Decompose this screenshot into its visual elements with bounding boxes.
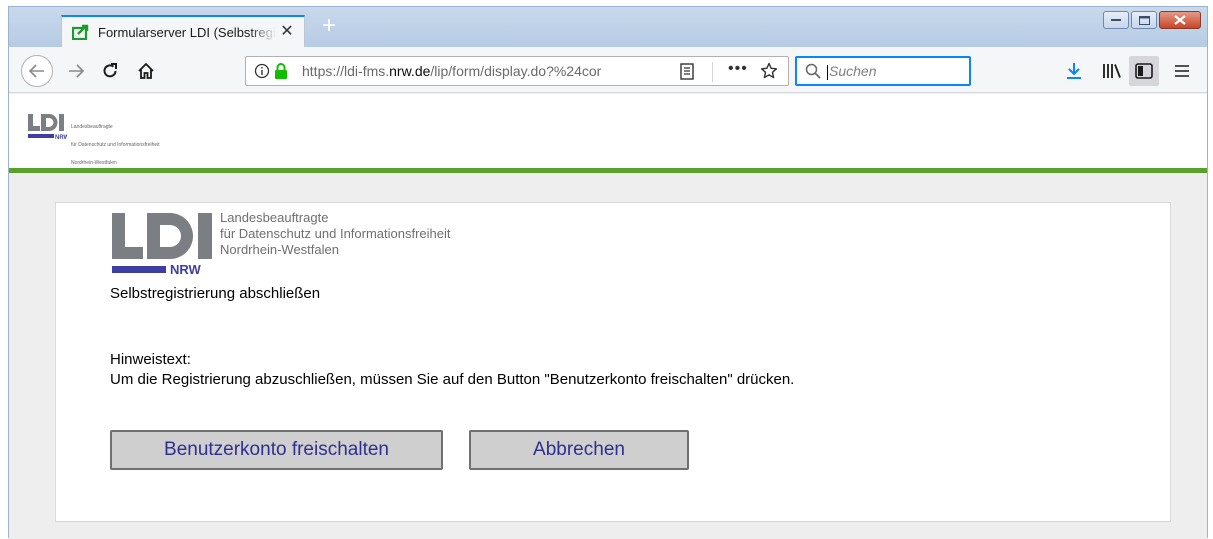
close-tab-icon[interactable]: ✕ [278, 23, 296, 41]
sidebar-icon [1135, 63, 1153, 79]
reader-view-icon[interactable] [680, 63, 694, 85]
ldi-logo: NRW [112, 213, 212, 277]
logo-line-1: Landesbeauftragte [220, 210, 329, 225]
hint-text: Um die Registrierung abzuschließen, müss… [110, 371, 795, 388]
menu-button[interactable] [1167, 56, 1197, 86]
header-green-divider [9, 168, 1207, 173]
logo-text: Landesbeauftragte für Datenschutz und In… [220, 210, 451, 258]
ldi-logo-small[interactable]: NRW [27, 112, 67, 142]
forward-button[interactable] [61, 56, 91, 86]
logo-line-3: Nordrhein-Westfalen [220, 242, 339, 257]
unlock-account-button[interactable]: Benutzerkonto freischalten [110, 430, 443, 470]
home-button[interactable] [131, 56, 161, 86]
reload-icon [103, 63, 117, 78]
url-bar[interactable]: https://ldi-fms.nrw.de/lip/form/display.… [245, 56, 789, 86]
favicon-icon [72, 24, 90, 40]
download-icon [1067, 63, 1081, 79]
page-title: Selbstregistrierung abschließen [110, 285, 321, 302]
logo-small-line-2: für Datenschutz und Informationsfreiheit [71, 142, 160, 148]
form-card: NRW Landesbeauftragte für Datenschutz un… [55, 202, 1171, 522]
cancel-button[interactable]: Abbrechen [469, 430, 689, 470]
tab-formularserver[interactable]: Formularserver LDI (Selbstregistrierung)… [61, 15, 305, 47]
back-button[interactable] [21, 55, 53, 87]
search-placeholder: Suchen [827, 63, 877, 80]
tab-strip: Formularserver LDI (Selbstregistrierung)… [9, 7, 1207, 47]
window-controls [1103, 11, 1201, 29]
bookmark-star-icon[interactable] [760, 62, 778, 85]
home-icon [138, 62, 154, 79]
navigation-toolbar: https://ldi-fms.nrw.de/lip/form/display.… [9, 47, 1207, 93]
minimize-button[interactable] [1103, 11, 1129, 29]
tab-title: Formularserver LDI (Selbstregistrierung) [98, 24, 276, 40]
logo-line-2: für Datenschutz und Informationsfreiheit [220, 226, 451, 241]
hint-label: Hinweistext: [110, 351, 191, 368]
library-icon [1103, 64, 1121, 78]
new-tab-button[interactable]: + [317, 14, 341, 39]
menu-icon [1175, 65, 1189, 77]
forward-icon [69, 64, 84, 78]
sidebar-button[interactable] [1129, 56, 1159, 86]
search-icon [805, 63, 821, 84]
web-page: NRW Landesbeauftragte für Datenschutz un… [9, 94, 1207, 539]
url-text[interactable]: https://ldi-fms.nrw.de/lip/form/display.… [302, 63, 642, 79]
browser-window: Formularserver LDI (Selbstregistrierung)… [8, 6, 1208, 539]
back-icon [29, 64, 44, 78]
search-input[interactable]: Suchen [795, 56, 971, 86]
info-icon[interactable] [254, 63, 270, 84]
url-prefix: https://ldi-fms. [302, 63, 390, 79]
url-path: /lip/form/display.do?%24cor [430, 63, 602, 79]
lock-icon[interactable] [274, 63, 288, 85]
close-window-button[interactable] [1159, 11, 1201, 29]
library-button[interactable] [1097, 56, 1127, 86]
reload-button[interactable] [95, 56, 125, 86]
site-header: NRW Landesbeauftragte für Datenschutz un… [9, 94, 1207, 168]
url-separator [712, 62, 713, 82]
more-icon[interactable]: ••• [728, 60, 748, 78]
logo-small-line-3: Nordrhein-Westfalen [71, 160, 117, 166]
download-button[interactable] [1059, 56, 1089, 86]
logo-region: NRW [170, 262, 202, 277]
logo-small-region: NRW [55, 135, 67, 141]
maximize-button[interactable] [1131, 11, 1157, 29]
url-domain: nrw.de [389, 63, 431, 79]
logo-small-line-1: Landesbeauftragte [71, 124, 113, 130]
